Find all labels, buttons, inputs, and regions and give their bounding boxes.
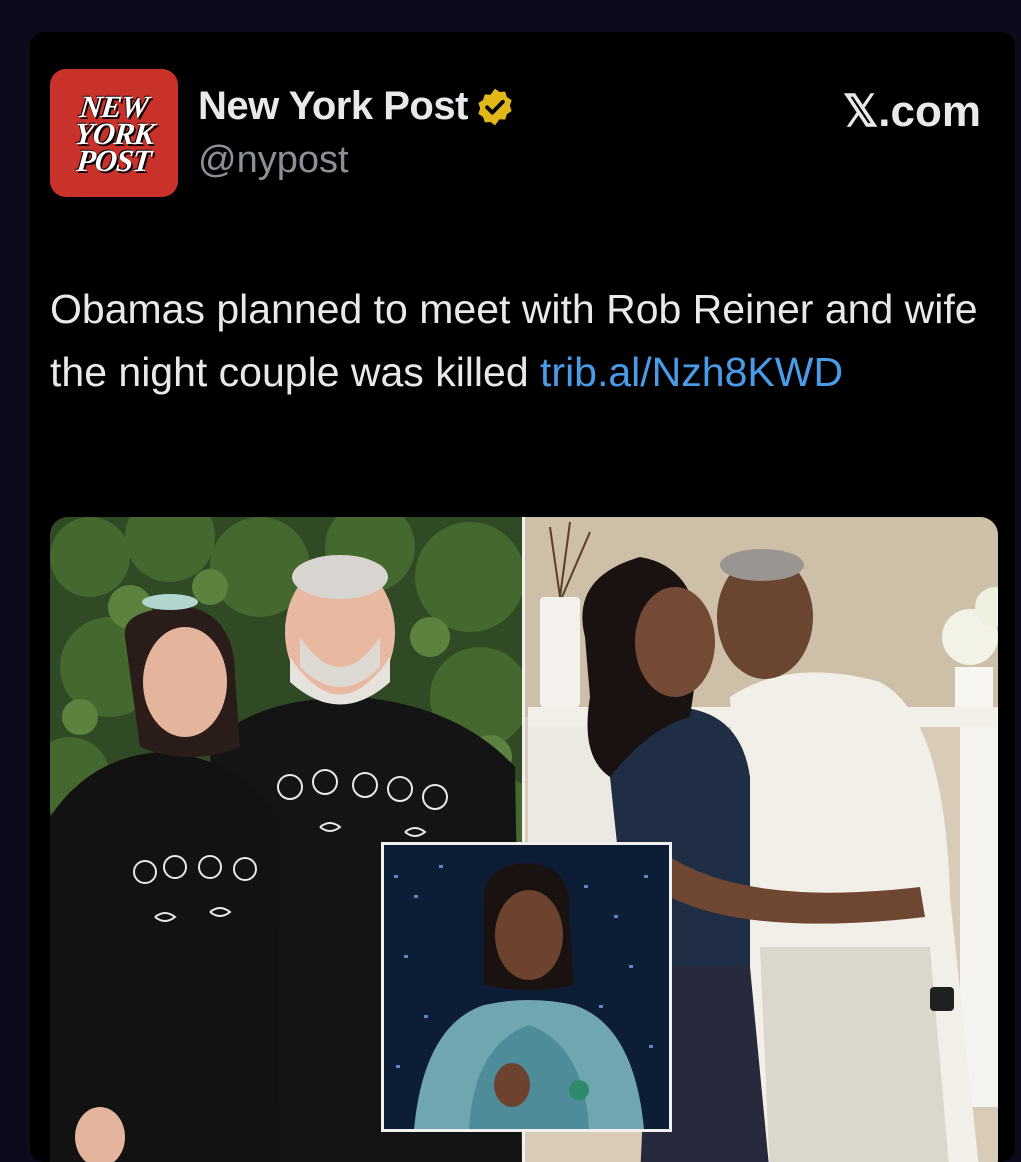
- post-card[interactable]: NEW YORK POST New York Post @nypost 𝕏.co…: [30, 32, 1015, 1162]
- inset-photo: [381, 842, 672, 1132]
- tweet-text: Obamas planned to meet with Rob Reiner a…: [50, 278, 990, 404]
- logo-line-3: POST: [75, 142, 153, 178]
- inset-photo-art: [384, 845, 669, 1129]
- nypost-logo[interactable]: NEW YORK POST: [50, 69, 178, 197]
- tweet-media[interactable]: [50, 517, 998, 1162]
- verified-badge-icon: [478, 88, 512, 125]
- author-handle[interactable]: @nypost: [198, 139, 349, 182]
- author-name-row[interactable]: New York Post: [198, 84, 516, 129]
- tweet-link[interactable]: trib.al/Nzh8KWD: [540, 349, 843, 395]
- author-name[interactable]: New York Post: [198, 84, 468, 129]
- x-brand-label: 𝕏.com: [842, 87, 981, 136]
